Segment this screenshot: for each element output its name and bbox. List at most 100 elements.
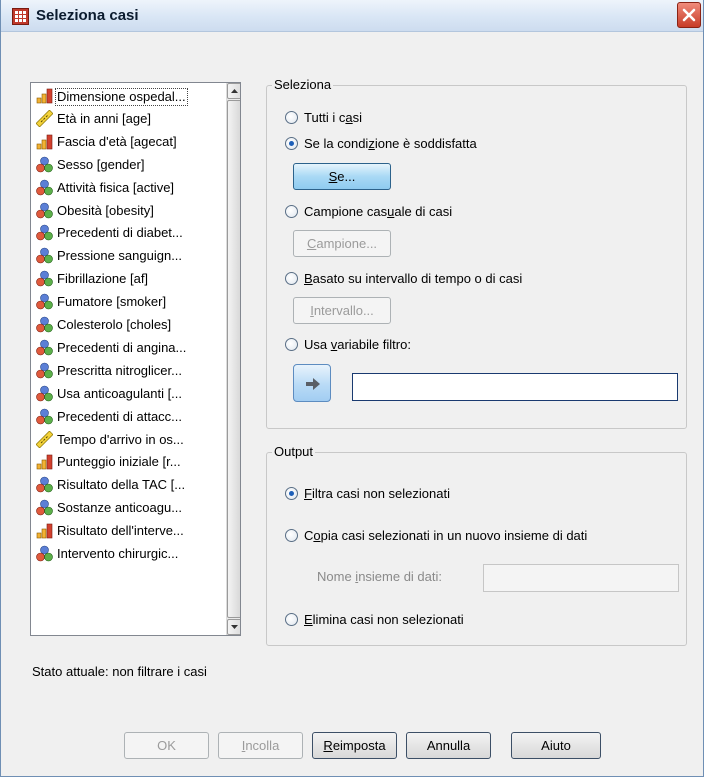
- list-item[interactable]: Precedenti di attacc...: [33, 406, 225, 428]
- radio-circle: [285, 205, 298, 218]
- list-item[interactable]: Risultato della TAC [...: [33, 474, 225, 496]
- nominal-circles-icon: [36, 156, 53, 173]
- list-item[interactable]: Prescritta nitroglicer...: [33, 360, 225, 382]
- list-item[interactable]: Età in anni [age]: [33, 108, 225, 130]
- variable-label: Fumatore [smoker]: [57, 294, 167, 310]
- list-item[interactable]: Precedenti di angina...: [33, 337, 225, 359]
- nominal-circles-icon: [36, 247, 53, 264]
- nominal-circles-icon: [36, 408, 53, 425]
- list-item[interactable]: Colesterolo [choles]: [33, 314, 225, 336]
- radio-circle: [285, 487, 298, 500]
- list-item[interactable]: Attività fisica [active]: [33, 177, 225, 199]
- radio-label: Filtra casi non selezionati: [304, 486, 450, 501]
- reimposta-button[interactable]: Reimposta: [312, 732, 397, 759]
- ordinal-bar-icon: [36, 87, 53, 104]
- radio-circle: [285, 137, 298, 150]
- list-item[interactable]: Fascia d'età [agecat]: [33, 131, 225, 153]
- variable-label: Sostanze anticoagu...: [57, 500, 183, 516]
- nominal-circles-icon: [36, 270, 53, 287]
- title-bar[interactable]: Seleziona casi: [1, 0, 703, 32]
- variable-label: Precedenti di angina...: [57, 339, 187, 355]
- dataset-name-label: Nome insieme di dati:: [317, 569, 443, 584]
- variable-label: Intervento chirurgic...: [57, 546, 179, 561]
- nominal-circles-icon: [36, 339, 53, 356]
- radio-label: Campione casuale di casi: [304, 204, 453, 219]
- variable-label: Risultato della TAC [...: [57, 477, 186, 493]
- nominal-circles-icon: [36, 179, 53, 196]
- intervallo-button[interactable]: Intervallo...: [293, 297, 391, 324]
- variable-label: Obesità [obesity]: [57, 202, 154, 218]
- nominal-circles-icon: [36, 362, 53, 379]
- nominal-circles-icon: [36, 476, 53, 493]
- seleziona-group: Seleziona Tutti i casi Se la condizione …: [266, 77, 687, 429]
- seleziona-legend: Seleziona: [272, 77, 334, 92]
- radio-circle: [285, 272, 298, 285]
- list-item[interactable]: Usa anticoagulanti [...: [33, 383, 225, 405]
- variable-list-scrollbar[interactable]: [226, 83, 240, 635]
- variable-label: Colesterolo [choles]: [57, 317, 172, 332]
- close-icon: [682, 8, 696, 22]
- nominal-circles-icon: [36, 224, 53, 241]
- radio-label: Copia casi selezionati in un nuovo insie…: [304, 528, 588, 543]
- campione-button[interactable]: Campione...: [293, 230, 391, 257]
- variable-list[interactable]: Dimensione ospedal... Età in anni [age] Fa…: [30, 82, 241, 636]
- aiuto-button[interactable]: Aiuto: [511, 732, 601, 759]
- list-item[interactable]: Obesità [obesity]: [33, 200, 225, 222]
- move-variable-button[interactable]: [293, 364, 331, 402]
- window-title: Seleziona casi: [36, 7, 139, 24]
- annulla-button[interactable]: Annulla: [406, 732, 491, 759]
- arrow-right-icon: [306, 378, 320, 390]
- radio-label: Basato su intervallo di tempo o di casi: [304, 271, 523, 286]
- variable-label: Pressione sanguign...: [57, 248, 183, 264]
- variable-label: Età in anni [age]: [57, 110, 151, 126]
- list-item[interactable]: Sostanze anticoagu...: [33, 497, 225, 519]
- list-item[interactable]: Tempo d'arrivo in os...: [33, 429, 225, 451]
- radio-label: Tutti i casi: [304, 110, 363, 125]
- output-legend: Output: [272, 444, 316, 459]
- variable-label: Fascia d'età [agecat]: [57, 133, 177, 149]
- variable-label: Sesso [gender]: [57, 156, 145, 172]
- list-item[interactable]: Punteggio iniziale [r...: [33, 451, 225, 473]
- variable-label: Precedenti di attacc...: [57, 408, 183, 424]
- list-item[interactable]: Sesso [gender]: [33, 154, 225, 176]
- nominal-circles-icon: [36, 385, 53, 402]
- list-item[interactable]: Risultato dell'interve...: [33, 520, 225, 542]
- scroll-down-button[interactable]: [227, 619, 240, 635]
- scroll-thumb[interactable]: [227, 100, 240, 618]
- dataset-name-field[interactable]: [483, 564, 679, 592]
- se-button[interactable]: Se...: [293, 163, 391, 190]
- scroll-down-icon: [231, 625, 238, 629]
- variable-label: Attività fisica [active]: [57, 179, 175, 195]
- ordinal-bar-icon: [36, 133, 53, 150]
- scroll-up-button[interactable]: [227, 83, 240, 99]
- list-item[interactable]: Fibrillazione [af]: [33, 268, 225, 290]
- variable-label: Risultato dell'interve...: [57, 523, 184, 539]
- data-grid-icon: [12, 8, 29, 25]
- list-item[interactable]: Precedenti di diabet...: [33, 222, 225, 244]
- dialog-content: Dimensione ospedal... Età in anni [age] Fa…: [9, 33, 695, 769]
- nominal-circles-icon: [36, 499, 53, 516]
- ordinal-bar-icon: [36, 453, 53, 470]
- list-item[interactable]: Dimensione ospedal...: [33, 85, 225, 107]
- scale-ruler-icon: [35, 430, 54, 448]
- radio-circle: [285, 111, 298, 124]
- list-item[interactable]: Intervento chirurgic...: [33, 543, 225, 565]
- dialog-window: Seleziona casi Dimensione ospedal... Età …: [0, 0, 704, 777]
- variable-label: Fibrillazione [af]: [57, 271, 149, 287]
- filter-variable-field[interactable]: [352, 373, 678, 401]
- radio-label: Se la condizione è soddisfatta: [304, 136, 477, 151]
- nominal-circles-icon: [36, 545, 53, 562]
- variable-label: Usa anticoagulanti [...: [57, 385, 183, 401]
- list-item[interactable]: Pressione sanguign...: [33, 245, 225, 267]
- scale-ruler-icon: [35, 109, 54, 128]
- variable-label: Punteggio iniziale [r...: [57, 454, 181, 470]
- variable-label: Tempo d'arrivo in os...: [57, 431, 184, 447]
- radio-label: Elimina casi non selezionati: [304, 612, 464, 627]
- radio-circle: [285, 338, 298, 351]
- close-button[interactable]: [677, 2, 701, 28]
- incolla-button[interactable]: Incolla: [218, 732, 303, 759]
- list-item[interactable]: Fumatore [smoker]: [33, 291, 225, 313]
- current-status: Stato attuale: non filtrare i casi: [32, 664, 207, 679]
- ok-button[interactable]: OK: [124, 732, 209, 759]
- nominal-circles-icon: [36, 316, 53, 333]
